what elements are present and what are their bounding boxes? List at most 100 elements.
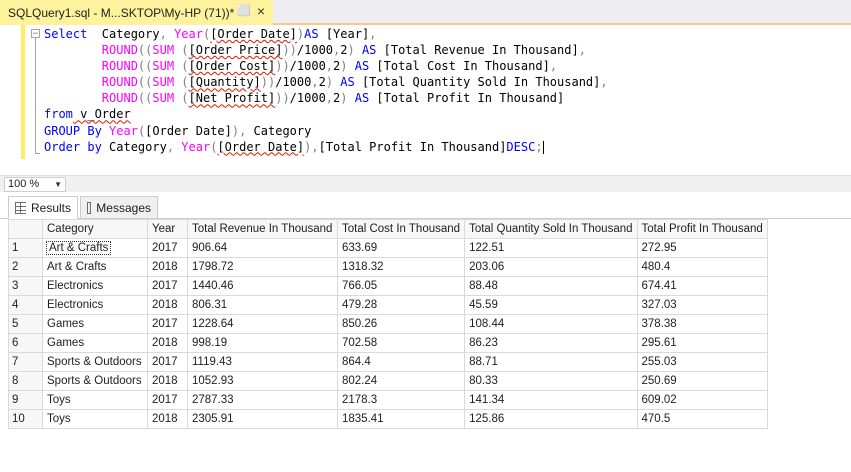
cell-year[interactable]: 2017 bbox=[147, 352, 188, 372]
cell-total-profit[interactable]: 250.69 bbox=[636, 371, 768, 391]
cell-total-quantity[interactable]: 108.44 bbox=[464, 314, 638, 334]
cell-total-cost[interactable]: 633.69 bbox=[336, 238, 466, 258]
cell-category[interactable]: Sports & Outdoors bbox=[42, 371, 148, 391]
column-header-rownum[interactable] bbox=[8, 219, 43, 239]
code-line[interactable]: ROUND((SUM ([Net Profit]))/1000,2) AS [T… bbox=[44, 90, 608, 106]
cell-total-profit[interactable]: 674.41 bbox=[636, 276, 768, 296]
cell-total-cost[interactable]: 1318.32 bbox=[336, 257, 466, 277]
table-row[interactable]: 9 Toys 2017 2787.33 2178.3 141.34 609.02 bbox=[8, 390, 768, 410]
results-table[interactable]: Category Year Total Revenue In Thousand … bbox=[8, 219, 768, 429]
cell-category[interactable]: Toys bbox=[42, 409, 148, 429]
cell-total-profit[interactable]: 272.95 bbox=[636, 238, 768, 258]
cell-total-profit[interactable]: 480.4 bbox=[636, 257, 768, 277]
cell-total-quantity[interactable]: 122.51 bbox=[464, 238, 638, 258]
table-row[interactable]: 10 Toys 2018 2305.91 1835.41 125.86 470.5 bbox=[8, 409, 768, 429]
cell-total-revenue[interactable]: 1052.93 bbox=[187, 371, 338, 391]
cell-total-cost[interactable]: 850.26 bbox=[336, 314, 466, 334]
cell-category[interactable]: Games bbox=[42, 333, 148, 353]
code-line[interactable]: from v_Order bbox=[44, 106, 608, 122]
cell-year[interactable]: 2018 bbox=[147, 295, 188, 315]
table-row[interactable]: 4 Electronics 2018 806.31 479.28 45.59 327.03 bbox=[8, 295, 768, 315]
code-line[interactable]: ROUND((SUM ([Quantity]))/1000,2) AS [Tot… bbox=[44, 74, 608, 90]
cell-total-revenue[interactable]: 1228.64 bbox=[187, 314, 338, 334]
cell-category[interactable]: Art & Crafts bbox=[42, 238, 148, 258]
cell-total-profit[interactable]: 327.03 bbox=[636, 295, 768, 315]
cell-total-profit[interactable]: 255.03 bbox=[636, 352, 768, 372]
table-row[interactable]: 8 Sports & Outdoors 2018 1052.93 802.24 80.33… bbox=[8, 371, 768, 391]
row-number[interactable]: 3 bbox=[8, 276, 43, 296]
column-header-total-revenue[interactable]: Total Revenue In Thousand bbox=[187, 219, 338, 239]
cell-total-quantity[interactable]: 141.34 bbox=[464, 390, 638, 410]
code-line[interactable]: ROUND((SUM ([Order Price]))/1000,2) AS [… bbox=[44, 42, 608, 58]
column-header-total-cost[interactable]: Total Cost In Thousand bbox=[336, 219, 466, 239]
column-header-category[interactable]: Category bbox=[42, 219, 148, 239]
row-number[interactable]: 6 bbox=[8, 333, 43, 353]
row-number[interactable]: 2 bbox=[8, 257, 43, 277]
tab-messages[interactable]: Messages bbox=[80, 196, 158, 219]
row-number[interactable]: 5 bbox=[8, 314, 43, 334]
code-line[interactable]: ROUND((SUM ([Order Cost]))/1000,2) AS [T… bbox=[44, 58, 608, 74]
query-editor[interactable]: − Select Category, Year([Order Date])AS … bbox=[0, 25, 851, 175]
cell-total-quantity[interactable]: 86.23 bbox=[464, 333, 638, 353]
cell-total-cost[interactable]: 702.58 bbox=[336, 333, 466, 353]
table-row[interactable]: 2 Art & Crafts 2018 1798.72 1318.32 203.06 480… bbox=[8, 257, 768, 277]
cell-total-cost[interactable]: 766.05 bbox=[336, 276, 466, 296]
close-icon[interactable]: × bbox=[254, 4, 268, 18]
cell-total-profit[interactable]: 378.38 bbox=[636, 314, 768, 334]
cell-total-cost[interactable]: 802.24 bbox=[336, 371, 466, 391]
cell-total-profit[interactable]: 295.61 bbox=[636, 333, 768, 353]
cell-total-revenue[interactable]: 1798.72 bbox=[187, 257, 338, 277]
cell-category[interactable]: Games bbox=[42, 314, 148, 334]
cell-total-profit[interactable]: 609.02 bbox=[636, 390, 768, 410]
cell-total-cost[interactable]: 864.4 bbox=[336, 352, 466, 372]
cell-category[interactable]: Electronics bbox=[42, 276, 148, 296]
row-number[interactable]: 1 bbox=[8, 238, 43, 258]
cell-category[interactable]: Toys bbox=[42, 390, 148, 410]
row-number[interactable]: 10 bbox=[8, 409, 43, 429]
cell-total-revenue[interactable]: 1119.43 bbox=[187, 352, 338, 372]
column-header-total-profit[interactable]: Total Profit In Thousand bbox=[636, 219, 768, 239]
cell-total-revenue[interactable]: 2305.91 bbox=[187, 409, 338, 429]
table-row[interactable]: 3 Electronics 2017 1440.46 766.05 88.48 674.41 bbox=[8, 276, 768, 296]
cell-year[interactable]: 2017 bbox=[147, 390, 188, 410]
tab-sqlquery1[interactable]: SQLQuery1.sql - M...SKTOP\My-HP (71))* ⬜… bbox=[0, 0, 273, 25]
code-line[interactable]: Order by Category, Year([Order Date]),[T… bbox=[44, 139, 608, 155]
cell-year[interactable]: 2017 bbox=[147, 314, 188, 334]
cell-year[interactable]: 2018 bbox=[147, 371, 188, 391]
cell-year[interactable]: 2017 bbox=[147, 276, 188, 296]
column-header-total-quantity[interactable]: Total Quantity Sold In Thousand bbox=[464, 219, 638, 239]
cell-total-quantity[interactable]: 45.59 bbox=[464, 295, 638, 315]
cell-year[interactable]: 2017 bbox=[147, 238, 188, 258]
row-number[interactable]: 7 bbox=[8, 352, 43, 372]
cell-total-cost[interactable]: 2178.3 bbox=[336, 390, 466, 410]
sql-code[interactable]: Select Category, Year([Order Date])AS [Y… bbox=[44, 26, 608, 155]
results-grid[interactable]: Category Year Total Revenue In Thousand … bbox=[0, 219, 851, 472]
cell-category[interactable]: Sports & Outdoors bbox=[42, 352, 148, 372]
collapse-icon[interactable]: − bbox=[31, 29, 40, 38]
row-number[interactable]: 9 bbox=[8, 390, 43, 410]
row-number[interactable]: 8 bbox=[8, 371, 43, 391]
cell-total-revenue[interactable]: 2787.33 bbox=[187, 390, 338, 410]
cell-total-revenue[interactable]: 998.19 bbox=[187, 333, 338, 353]
column-header-year[interactable]: Year bbox=[147, 219, 188, 239]
table-row[interactable]: 1 Art & Crafts 2017 906.64 633.69 122.51 272.9… bbox=[8, 238, 768, 258]
cell-total-revenue[interactable]: 906.64 bbox=[187, 238, 338, 258]
zoom-dropdown[interactable]: 100 % ▼ bbox=[4, 177, 66, 192]
cell-year[interactable]: 2018 bbox=[147, 333, 188, 353]
cell-total-quantity[interactable]: 88.71 bbox=[464, 352, 638, 372]
table-row[interactable]: 5 Games 2017 1228.64 850.26 108.44 378.38 bbox=[8, 314, 768, 334]
cell-total-quantity[interactable]: 125.86 bbox=[464, 409, 638, 429]
cell-total-quantity[interactable]: 88.48 bbox=[464, 276, 638, 296]
table-row[interactable]: 7 Sports & Outdoors 2017 1119.43 864.4 88.71 2… bbox=[8, 352, 768, 372]
row-number[interactable]: 4 bbox=[8, 295, 43, 315]
cell-total-cost[interactable]: 1835.41 bbox=[336, 409, 466, 429]
cell-total-profit[interactable]: 470.5 bbox=[636, 409, 768, 429]
table-row[interactable]: 6 Games 2018 998.19 702.58 86.23 295.61 bbox=[8, 333, 768, 353]
cell-total-revenue[interactable]: 806.31 bbox=[187, 295, 338, 315]
code-line[interactable]: Select Category, Year([Order Date])AS [Y… bbox=[44, 26, 608, 42]
chevron-down-icon[interactable]: ▼ bbox=[54, 178, 62, 191]
tab-results[interactable]: Results bbox=[8, 196, 78, 219]
cell-category[interactable]: Electronics bbox=[42, 295, 148, 315]
cell-total-cost[interactable]: 479.28 bbox=[336, 295, 466, 315]
code-line[interactable]: GROUP By Year([Order Date]), Category bbox=[44, 123, 608, 139]
